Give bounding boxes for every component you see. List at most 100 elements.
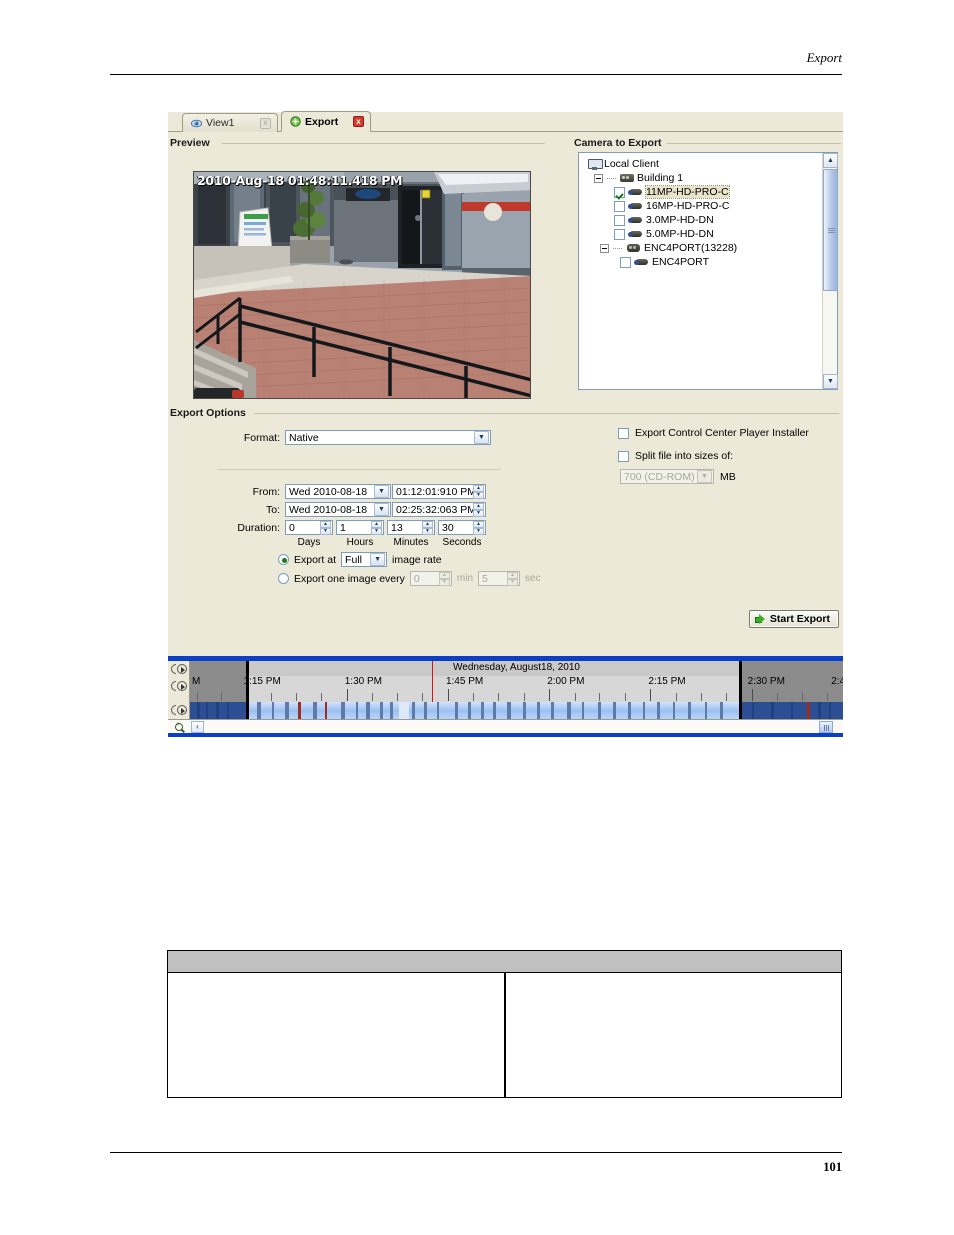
tree-item-11mp-hd-pro-c[interactable]: 11MP-HD-PRO-C (583, 185, 822, 199)
timeline-playhead-cursor[interactable] (431, 661, 433, 702)
export-options-group: Export Options Format: Native ▼ From: We… (170, 407, 841, 632)
spinner-up-down-icon[interactable]: ▲ ▼ (473, 521, 484, 535)
camera-icon (628, 188, 643, 197)
tab-view1-close-icon[interactable]: x (260, 117, 271, 129)
tab-view1[interactable]: View1 x (182, 113, 278, 132)
split-size-unit-label: MB (720, 470, 736, 483)
format-dropdown[interactable]: Native ▼ (285, 430, 491, 445)
tree-item-local-client[interactable]: Local Client (583, 157, 822, 171)
timeline-track-toggle-3[interactable] (169, 703, 189, 716)
spinner-up-down-icon[interactable]: ▲ ▼ (422, 521, 433, 535)
duration-hours-stepper[interactable]: 1 ▲ ▼ (336, 520, 384, 535)
timeline-track-toggle-2[interactable] (169, 679, 189, 692)
play-circle-icon[interactable] (177, 663, 187, 674)
start-export-button[interactable]: Start Export (748, 610, 839, 628)
options-divider (218, 469, 501, 470)
spinner-up-down-icon[interactable]: ▲ ▼ (438, 572, 450, 586)
to-date-picker[interactable]: Wed 2010-08-18 ▼ (285, 502, 391, 517)
spinner-up-down-icon[interactable]: ▲ ▼ (320, 521, 331, 535)
play-circle-icon[interactable] (177, 680, 187, 691)
chevron-down-icon[interactable]: ▼ (697, 470, 712, 483)
duration-minutes-stepper[interactable]: 13 ▲ ▼ (387, 520, 435, 535)
timeline-range-end-marker[interactable] (738, 661, 742, 719)
interval-minutes-stepper[interactable]: 0 ▲ ▼ (409, 571, 452, 586)
table-header-row (168, 951, 841, 973)
export-at-label: Export at (294, 553, 337, 566)
tree-item-enc4port[interactable]: ENC4PORT (583, 255, 822, 269)
to-time-spinner[interactable]: 02:25:32:063 PM ▲ ▼ (392, 502, 486, 517)
tree-checkbox[interactable] (614, 200, 625, 212)
chevron-down-icon[interactable]: ▼ (370, 553, 386, 566)
spinner-up-down-icon[interactable]: ▲ ▼ (473, 485, 484, 499)
expander-minus-icon[interactable] (594, 173, 603, 183)
page-number: 101 (823, 1160, 842, 1174)
tree-checkbox[interactable] (620, 256, 631, 268)
camera-to-export-label: Camera to Export (574, 137, 667, 149)
from-date-picker[interactable]: Wed 2010-08-18 ▼ (285, 484, 391, 499)
timeline-scroll-track[interactable] (204, 720, 843, 733)
timeline-body[interactable]: Wednesday, August18, 2010 M 1:15 PM 1:30… (190, 661, 843, 719)
video-preview-panel[interactable]: 2010-Aug-18 01:48:11.418 PM (193, 171, 531, 399)
preview-group: Preview 2010-Aug-18 01:48:11.418 PM (170, 137, 545, 399)
timeline-recording-row[interactable] (190, 702, 843, 719)
expander-minus-icon[interactable] (600, 243, 609, 253)
duration-minutes-value: 13 (391, 521, 403, 534)
camera-tree[interactable]: Local Client Building 1 11MP-HD-PRO-C 16… (579, 153, 822, 389)
tree-checkbox[interactable] (614, 214, 625, 226)
timeline-tick-label: 2:00 PM (547, 676, 585, 687)
tree-item-3-0mp-hd-dn[interactable]: 3.0MP-HD-DN (583, 213, 822, 227)
chevron-down-icon[interactable]: ▼ (374, 485, 389, 498)
tree-connector (613, 248, 623, 249)
image-rate-dropdown[interactable]: Full ▼ (341, 552, 388, 567)
timeline-track-toggle-1[interactable] (169, 662, 189, 675)
tree-item-building-1[interactable]: Building 1 (583, 171, 822, 185)
scroll-left-arrow-icon[interactable]: ‹ (191, 720, 204, 733)
duration-days-stepper[interactable]: 0 ▲ ▼ (285, 520, 333, 535)
split-file-checkbox[interactable] (618, 450, 629, 462)
duration-seconds-stepper[interactable]: 30 ▲ ▼ (438, 520, 486, 535)
split-file-label: Split file into sizes of: (635, 450, 734, 462)
duration-units-row: Days Hours Minutes Seconds (285, 537, 486, 548)
tab-export[interactable]: Export x (281, 111, 371, 132)
scroll-down-arrow-icon[interactable]: ▼ (823, 374, 838, 389)
camera-tree-box[interactable]: Local Client Building 1 11MP-HD-PRO-C 16… (578, 152, 838, 390)
split-file-row[interactable]: Split file into sizes of: (618, 450, 733, 462)
play-circle-icon[interactable] (177, 704, 187, 715)
scrollbar-thumb[interactable] (823, 169, 838, 291)
timeline-tick-row[interactable]: M 1:15 PM 1:30 PM 1:45 PM 2:00 PM 2:15 P… (190, 676, 843, 702)
scroll-up-arrow-icon[interactable]: ▲ (823, 153, 838, 168)
tab-export-close-icon[interactable]: x (353, 116, 364, 127)
spinner-up-down-icon[interactable]: ▲ ▼ (507, 572, 519, 586)
interval-seconds-stepper[interactable]: 5 ▲ ▼ (478, 571, 521, 586)
tree-item-5-0mp-hd-dn[interactable]: 5.0MP-HD-DN (583, 227, 822, 241)
tree-item-16mp-hd-pro-c[interactable]: 16MP-HD-PRO-C (583, 199, 822, 213)
chevron-down-icon[interactable]: ▼ (474, 431, 489, 444)
spinner-up-down-icon[interactable]: ▲ ▼ (473, 503, 484, 517)
image-rate-suffix-label: image rate (392, 553, 442, 566)
camera-tree-scrollbar[interactable]: ▲ ▼ (822, 153, 838, 389)
timeline-panel[interactable]: Wednesday, August18, 2010 M 1:15 PM 1:30… (168, 645, 843, 737)
tree-checkbox[interactable] (614, 186, 625, 198)
tree-item-label: 3.0MP-HD-DN (646, 214, 714, 226)
zoom-in-icon[interactable] (168, 720, 190, 733)
split-size-value: 700 (CD-ROM) (624, 470, 695, 483)
spinner-up-down-icon[interactable]: ▲ ▼ (371, 521, 382, 535)
export-options-label: Export Options (170, 407, 251, 419)
player-installer-checkbox[interactable] (618, 427, 629, 439)
timeline-scroll-thumb[interactable] (819, 720, 833, 733)
tree-item-label: 5.0MP-HD-DN (646, 228, 714, 240)
split-size-dropdown[interactable]: 700 (CD-ROM) ▼ (620, 469, 714, 484)
export-one-image-radio[interactable] (278, 573, 289, 584)
document-header-title: Export (806, 50, 842, 65)
from-time-spinner[interactable]: 01:12:01:910 PM ▲ ▼ (392, 484, 486, 499)
timeline-range-start-marker[interactable] (245, 661, 249, 719)
timeline-scrollbar-row[interactable]: ‹ (168, 719, 843, 733)
tree-item-enc4port-13228[interactable]: ENC4PORT(13228) (583, 241, 822, 255)
to-time-value: 02:25:32:063 PM (396, 503, 473, 516)
export-at-rate-radio[interactable] (278, 554, 289, 565)
player-installer-row[interactable]: Export Control Center Player Installer (618, 427, 809, 439)
tree-checkbox[interactable] (614, 228, 625, 240)
chevron-down-icon[interactable]: ▼ (374, 503, 389, 516)
duration-hours-value: 1 (340, 521, 346, 534)
timeline-tick-label: 1:45 PM (445, 676, 484, 687)
